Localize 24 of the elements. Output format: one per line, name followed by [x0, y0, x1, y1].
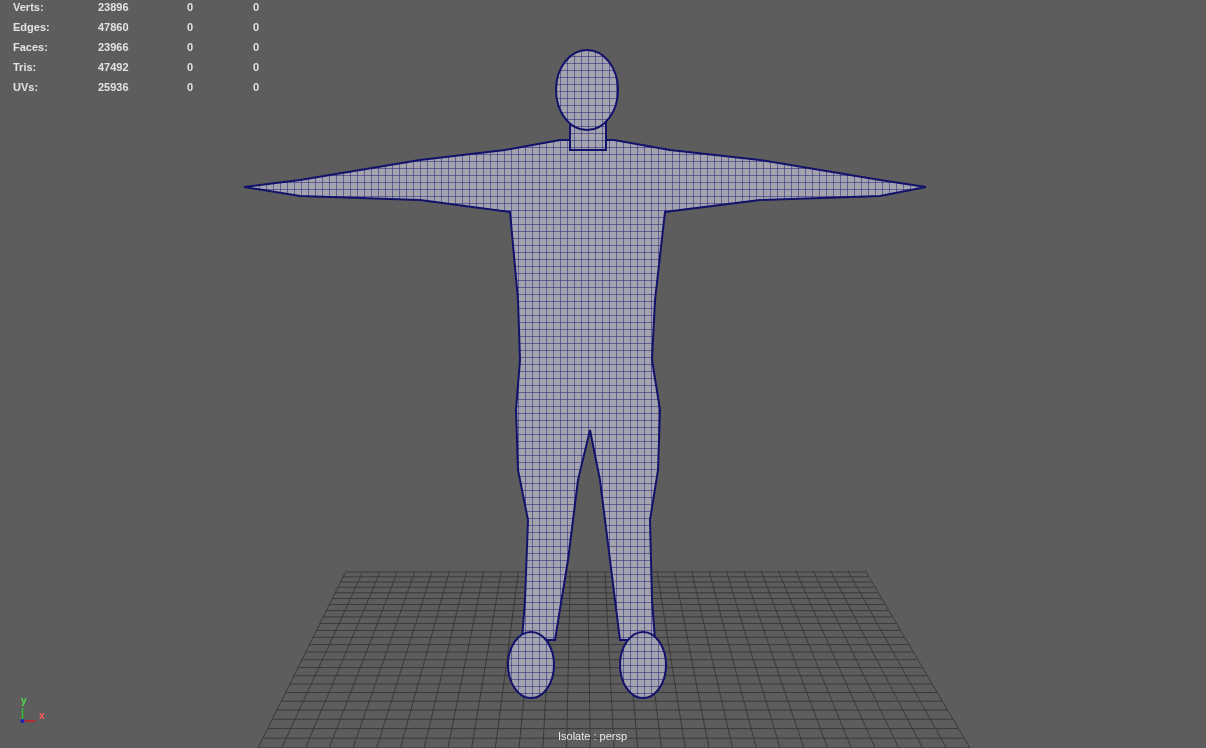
stat-label: Faces:: [13, 40, 49, 54]
stat-label: Verts:: [13, 0, 45, 14]
x-axis-label: x: [39, 711, 45, 721]
stat-value: 23896: [98, 0, 130, 14]
stat-value: 0: [253, 40, 261, 54]
stat-value: 25936: [98, 80, 130, 94]
stat-value: 0: [253, 0, 261, 14]
stat-value: 0: [253, 60, 261, 74]
stat-label: Edges:: [13, 20, 51, 34]
stat-label: UVs:: [13, 80, 40, 94]
camera-label: Isolate : persp: [558, 730, 628, 743]
stat-value: 47860: [98, 20, 130, 34]
stat-value: 0: [253, 80, 261, 94]
stat-value: 0: [187, 60, 195, 74]
stat-value: 47492: [98, 60, 130, 74]
stat-value: 23966: [98, 40, 130, 54]
axis-gizmo-icon: [20, 707, 37, 723]
stat-value: 0: [253, 20, 261, 34]
stat-label: Tris:: [13, 60, 38, 74]
y-axis-label: y: [21, 696, 27, 706]
stat-value: 0: [187, 20, 195, 34]
stat-value: 0: [187, 0, 195, 14]
stat-value: 0: [187, 80, 195, 94]
stat-value: 0: [187, 40, 195, 54]
